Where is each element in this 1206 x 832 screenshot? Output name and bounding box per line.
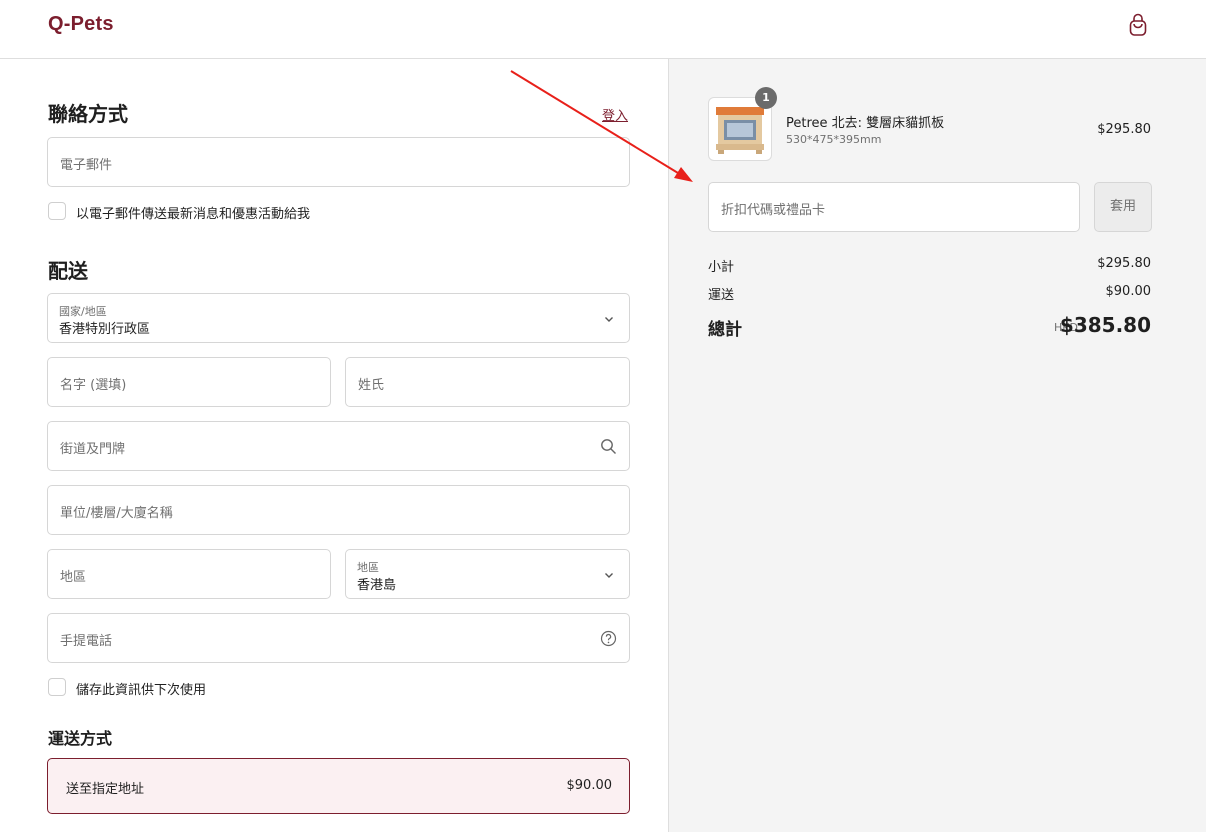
first-name-placeholder: 名字 (選填)	[60, 378, 127, 393]
country-label: 國家/地區	[59, 305, 107, 318]
product-price: $295.80	[1097, 122, 1151, 137]
country-value: 香港特別行政區	[59, 322, 151, 337]
last-name-placeholder: 姓氏	[358, 378, 385, 393]
region-label: 地區	[357, 561, 379, 574]
contact-heading: 聯絡方式	[48, 102, 128, 126]
discount-placeholder: 折扣代碼或禮品卡	[721, 203, 826, 218]
help-icon[interactable]	[600, 630, 617, 647]
shipping-option-price: $90.00	[566, 778, 613, 793]
delivery-heading: 配送	[48, 259, 88, 283]
subtotal-value: $295.80	[1097, 256, 1151, 271]
product-variant: 530*475*395mm	[786, 133, 882, 146]
newsletter-checkbox-box[interactable]	[48, 202, 66, 220]
store-logo[interactable]: Q-Pets	[48, 13, 114, 36]
city-placeholder: 地區	[60, 570, 87, 585]
shopping-bag-icon[interactable]	[1127, 13, 1149, 37]
shipping-option[interactable]: 送至指定地址 $90.00	[47, 758, 630, 814]
phone-placeholder: 手提電話	[60, 634, 113, 649]
chevron-down-icon	[605, 573, 613, 578]
subtotal-label: 小計	[708, 260, 735, 275]
total-label: 總計	[708, 320, 742, 340]
shipping-label: 運送	[708, 288, 735, 303]
save-info-checkbox-box[interactable]	[48, 678, 66, 696]
shipping-value: $90.00	[1105, 284, 1152, 299]
email-placeholder: 電子郵件	[60, 158, 113, 173]
last-name-field[interactable]: 姓氏	[345, 357, 630, 407]
shipping-option-name: 送至指定地址	[66, 782, 145, 797]
chevron-down-icon	[605, 317, 613, 322]
first-name-field[interactable]: 名字 (選填)	[47, 357, 331, 407]
city-field[interactable]: 地區	[47, 549, 331, 599]
apartment-placeholder: 單位/樓層/大廈名稱	[60, 506, 173, 521]
country-select[interactable]: 國家/地區 香港特別行政區	[47, 293, 630, 343]
total-value: $385.80	[1059, 313, 1151, 337]
login-link[interactable]: 登入	[602, 105, 628, 124]
apply-discount-button[interactable]: 套用	[1094, 182, 1152, 232]
newsletter-label: 以電子郵件傳送最新消息和優惠活動給我	[76, 207, 311, 222]
phone-field[interactable]: 手提電話	[47, 613, 630, 663]
region-value: 香港島	[357, 578, 397, 593]
address-placeholder: 街道及門牌	[60, 442, 126, 457]
top-header: Q-Pets	[0, 0, 1206, 59]
save-info-label: 儲存此資訊供下次使用	[76, 683, 207, 698]
shipping-method-heading: 運送方式	[48, 729, 113, 748]
apartment-field[interactable]: 單位/樓層/大廈名稱	[47, 485, 630, 535]
search-icon	[601, 439, 616, 454]
email-field[interactable]: 電子郵件	[47, 137, 630, 187]
region-select[interactable]: 地區 香港島	[345, 549, 630, 599]
save-info-checkbox[interactable]: 儲存此資訊供下次使用	[48, 678, 248, 698]
address-field[interactable]: 街道及門牌	[47, 421, 630, 471]
product-name: Petree 北去: 雙層床貓抓板	[786, 116, 945, 131]
newsletter-checkbox[interactable]: 以電子郵件傳送最新消息和優惠活動給我	[48, 202, 368, 222]
discount-code-field[interactable]: 折扣代碼或禮品卡	[708, 182, 1080, 232]
quantity-badge: 1	[755, 87, 777, 109]
order-summary: 1 Petree 北去: 雙層床貓抓板 530*475*395mm $295.8…	[668, 59, 1206, 832]
checkout-form: 聯絡方式 登入 電子郵件 以電子郵件傳送最新消息和優惠活動給我 配送 國家/地區…	[0, 59, 668, 832]
